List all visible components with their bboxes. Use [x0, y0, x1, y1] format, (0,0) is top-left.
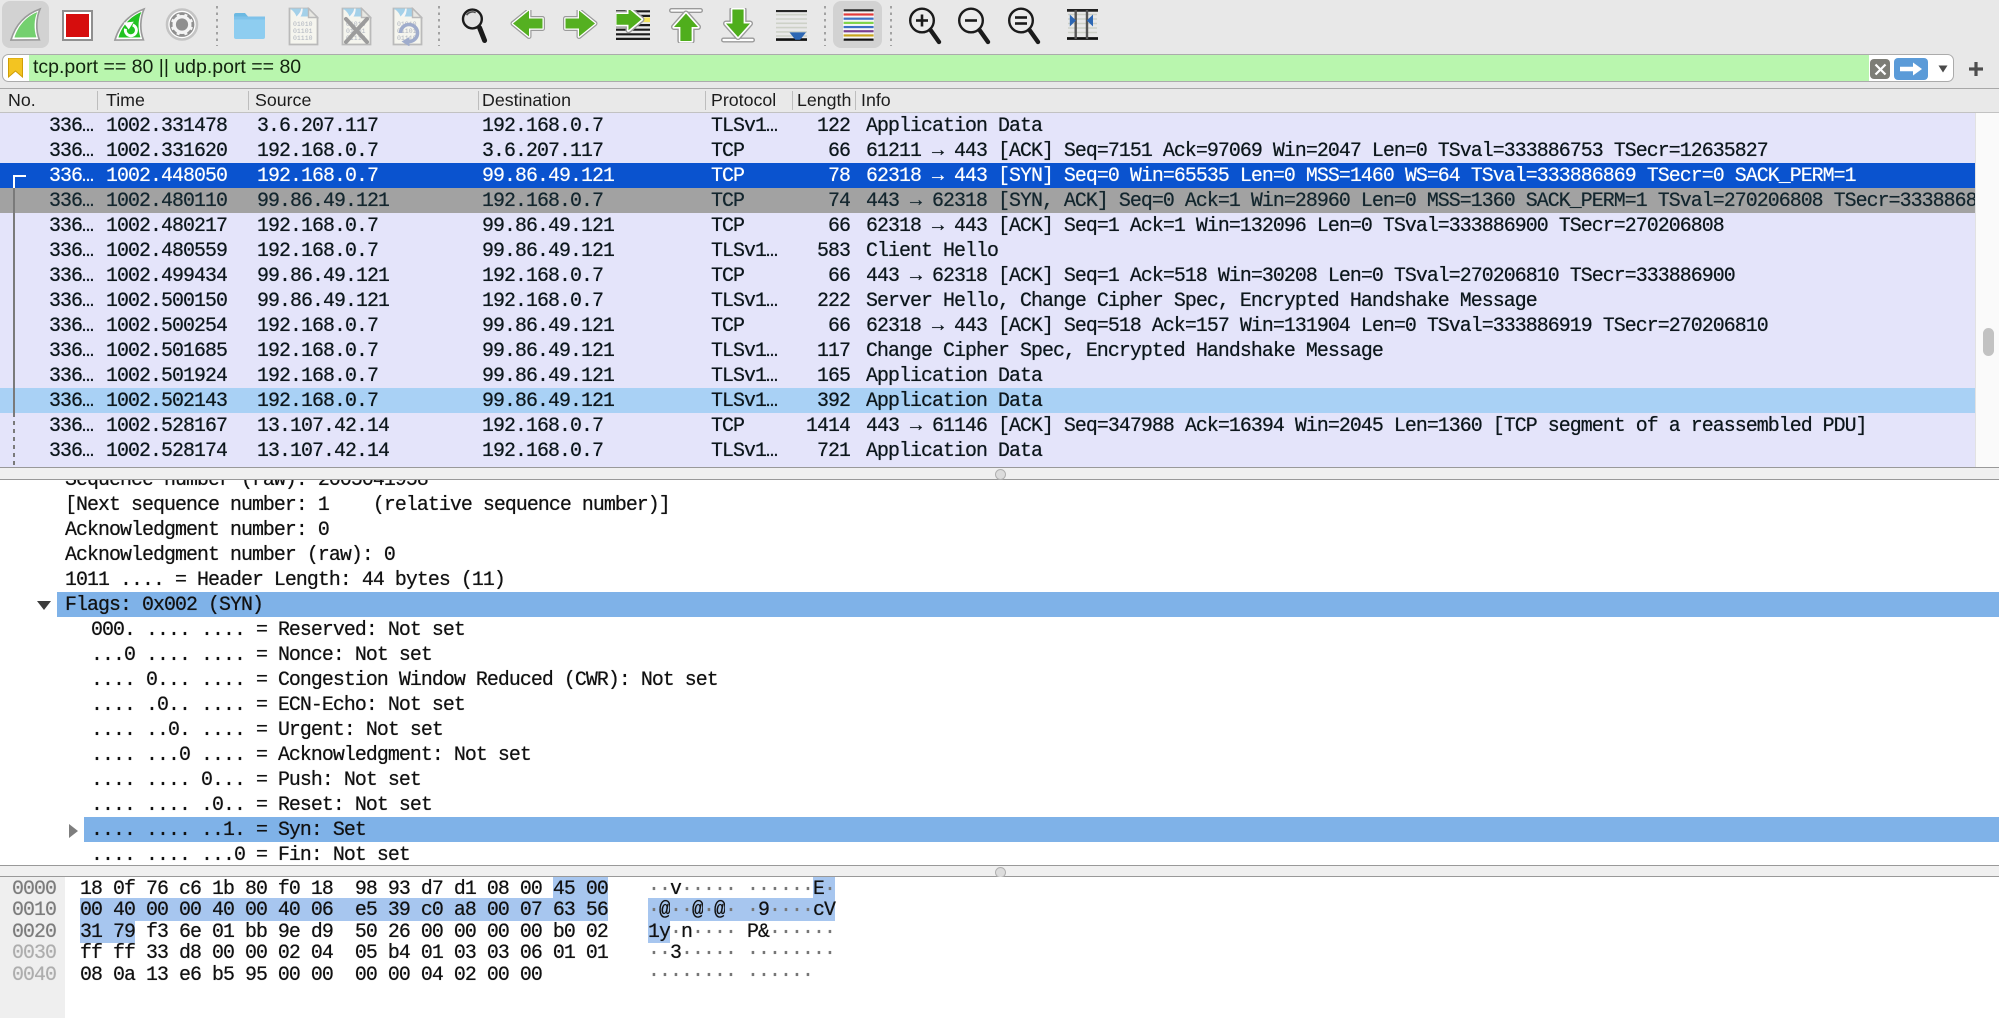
svg-text:01010: 01010 [293, 21, 313, 28]
svg-text:01110: 01110 [293, 35, 313, 42]
svg-text:01101: 01101 [293, 28, 313, 35]
